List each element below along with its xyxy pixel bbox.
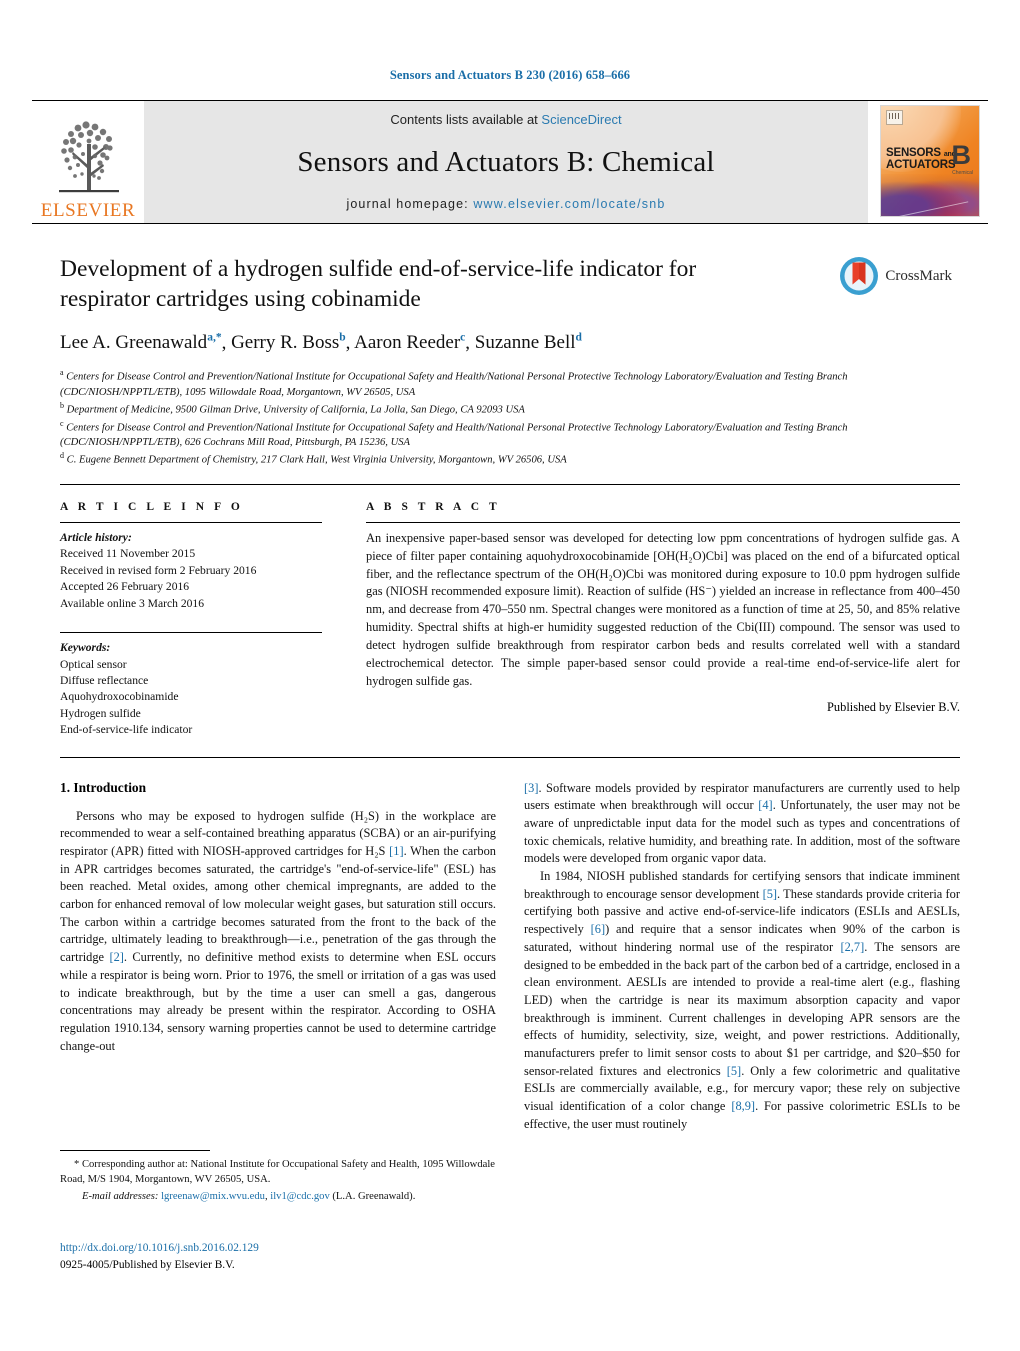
abstract-heading: A B S T R A C T: [366, 500, 501, 513]
email-note: E-mail addresses: lgreenaw@mix.wvu.edu, …: [60, 1189, 495, 1204]
affiliation-d: d C. Eugene Bennett Department of Chemis…: [60, 451, 567, 466]
paragraph-right-1: In 1984, NIOSH published standards for c…: [524, 869, 960, 1131]
keyword-4: End-of-service-life indicator: [60, 723, 193, 737]
corresponding-author-text: * Corresponding author at: National Inst…: [60, 1159, 495, 1186]
citation-ref[interactable]: [4]: [758, 798, 772, 812]
abstract-rule: [366, 521, 960, 523]
author-1: Gerry R. Bossb: [231, 332, 346, 354]
article-info-column: A R T I C L E I N F O Article history: R…: [60, 501, 338, 739]
journal-homepage-line: journal homepage: www.elsevier.com/locat…: [346, 197, 665, 211]
abstract-paragraph: An inexpensive paper-based sensor was de…: [366, 530, 960, 688]
contents-available-line: Contents lists available at ScienceDirec…: [390, 112, 621, 127]
title-block: CrossMark Development of a hydrogen sulf…: [60, 254, 960, 468]
paragraph-left-0: Persons who may be exposed to hydrogen s…: [60, 808, 496, 1053]
email-link-1[interactable]: lgreenaw@mix.wvu.edu: [161, 1191, 265, 1202]
journal-homepage-link[interactable]: www.elsevier.com/locate/snb: [473, 197, 665, 211]
article-info-heading: A R T I C L E I N F O: [60, 500, 244, 513]
journal-cover-thumbnail[interactable]: SENSORS and ACTUATORS B Chemical: [880, 101, 988, 223]
author-0: Lee A. Greenawalda,*: [60, 332, 222, 354]
keyword-2: Aquohydroxocobinamide: [60, 690, 179, 704]
cover-streak-decoration: [895, 201, 969, 216]
history-item-2: Accepted 26 February 2016: [60, 580, 190, 594]
citation-ref[interactable]: [8,9]: [731, 1099, 755, 1113]
article-title: Development of a hydrogen sulfide end-of…: [60, 256, 697, 313]
author-2-marks: c: [460, 332, 466, 345]
introduction-left-text: Persons who may be exposed to hydrogen s…: [60, 808, 496, 1055]
citation-ref[interactable]: [2]: [109, 950, 123, 964]
author-3: Suzanne Belld: [474, 332, 582, 354]
sciencedirect-link[interactable]: ScienceDirect: [541, 112, 621, 127]
corresponding-author-note: * Corresponding author at: National Inst…: [60, 1157, 495, 1187]
masthead-band: Contents lists available at ScienceDirec…: [144, 101, 868, 223]
affiliation-a: a Centers for Disease Control and Preven…: [60, 368, 848, 399]
journal-article-page: Sensors and Actuators B 230 (2016) 658–6…: [0, 0, 1020, 1351]
cover-image: SENSORS and ACTUATORS B Chemical: [880, 105, 980, 217]
elsevier-wordmark: ELSEVIER: [40, 200, 136, 221]
elsevier-tree-icon: [59, 121, 119, 193]
citation-ref[interactable]: [1]: [389, 844, 403, 858]
abstract-body: An inexpensive paper-based sensor was de…: [366, 530, 960, 691]
info-abstract-region: A R T I C L E I N F O Article history: R…: [60, 501, 960, 739]
contents-prefix: Contents lists available at: [390, 112, 542, 127]
paragraph-right-0: [3]. Software models provided by respira…: [524, 780, 961, 866]
footnote-region: * Corresponding author at: National Inst…: [60, 1150, 495, 1204]
masthead-divider: [32, 223, 988, 224]
keywords-rule: [60, 632, 322, 634]
citation-ref[interactable]: [6]: [591, 922, 605, 936]
citation-ref[interactable]: [5]: [727, 1064, 741, 1078]
abstract-divider: [60, 756, 960, 758]
cover-elsevier-mark-icon: [886, 110, 903, 125]
abstract-column: A B S T R A C T An inexpensive paper-bas…: [366, 501, 960, 739]
body-column-left: 1. Introduction Persons who may be expos…: [60, 780, 496, 1133]
author-2: Aaron Reederc: [354, 332, 466, 354]
author-3-marks: d: [575, 332, 582, 345]
crossmark-label: CrossMark: [885, 267, 952, 284]
history-item-0: Received 11 November 2015: [60, 547, 196, 561]
elsevier-logo: ELSEVIER: [32, 101, 144, 223]
email-link-2[interactable]: ilv1@cdc.gov: [270, 1191, 329, 1202]
homepage-label: journal homepage:: [346, 197, 469, 211]
article-history-label: Article history:: [60, 530, 132, 544]
email-label: E-mail addresses:: [82, 1191, 159, 1203]
keywords-label: Keywords:: [60, 641, 111, 655]
article-info-rule: [60, 521, 322, 523]
introduction-heading: 1. Introduction: [60, 779, 147, 795]
body-column-right: [3]. Software models provided by respira…: [524, 780, 960, 1133]
citation-ref[interactable]: [5]: [763, 887, 777, 901]
citation-ref[interactable]: [3]: [524, 781, 538, 795]
affiliation-c: c Centers for Disease Control and Preven…: [60, 418, 848, 449]
affiliation-b: b Department of Medicine, 9500 Gilman Dr…: [60, 401, 525, 416]
cover-letter-b: B: [951, 140, 972, 170]
article-history-group: Article history: Received 11 November 20…: [60, 530, 338, 612]
running-head: Sensors and Actuators B 230 (2016) 658–6…: [389, 68, 631, 82]
footnote-divider: [60, 1150, 210, 1151]
citation-ref[interactable]: [2,7]: [840, 940, 864, 954]
authors-divider: [60, 483, 960, 485]
author-1-marks: b: [339, 332, 346, 345]
meta-spacer: [60, 612, 338, 623]
author-0-marks: a,*: [207, 332, 222, 345]
history-item-1: Received in revised form 2 February 2016: [60, 563, 257, 577]
affiliation-list: a Centers for Disease Control and Preven…: [60, 367, 960, 467]
abstract-published-by: Published by Elsevier B.V.: [827, 699, 960, 714]
email-attribution: (L.A. Greenawald).: [332, 1191, 416, 1203]
doi-region: http://dx.doi.org/10.1016/j.snb.2016.02.…: [60, 1240, 259, 1273]
article-body: 1. Introduction Persons who may be expos…: [60, 780, 960, 1133]
doi-link[interactable]: http://dx.doi.org/10.1016/j.snb.2016.02.…: [60, 1240, 259, 1257]
issn-copyright-line: 0925-4005/Published by Elsevier B.V.: [60, 1258, 235, 1271]
keywords-group: Keywords: Optical sensor Diffuse reflect…: [60, 640, 338, 739]
journal-title: Sensors and Actuators B: Chemical: [297, 145, 715, 178]
cover-line1: SENSORS: [886, 147, 941, 159]
keyword-0: Optical sensor: [60, 657, 127, 671]
keyword-1: Diffuse reflectance: [60, 673, 149, 687]
cover-photo-region: [881, 174, 979, 216]
author-list: Lee A. Greenawalda,*, Gerry R. Bossb, Aa…: [60, 332, 582, 354]
introduction-right-text: [3]. Software models provided by respira…: [524, 780, 960, 1133]
journal-masthead: ELSEVIER Contents lists available at Sci…: [32, 101, 988, 223]
crossmark-icon: [840, 257, 879, 295]
crossmark-badge-group[interactable]: CrossMark: [839, 256, 952, 296]
history-item-3: Available online 3 March 2016: [60, 596, 205, 610]
keyword-3: Hydrogen sulfide: [60, 706, 141, 720]
